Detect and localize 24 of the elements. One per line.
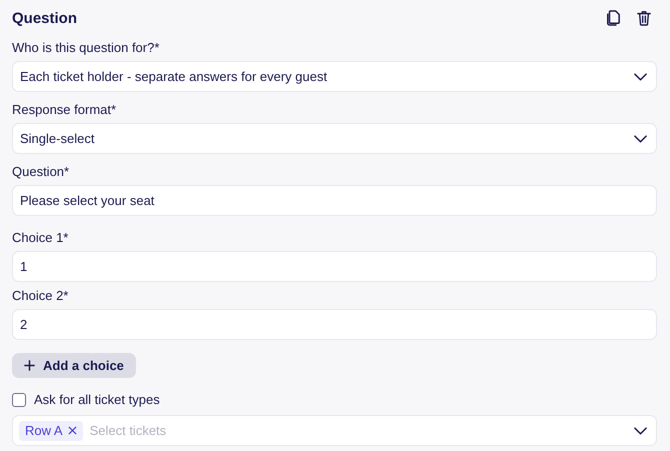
- copy-icon[interactable]: [606, 10, 620, 26]
- ticket-select[interactable]: Row A Select tickets: [12, 415, 657, 446]
- dropdown[interactable]: Each ticket holder - separate answers for every guest: [12, 61, 657, 92]
- input-field[interactable]: 2: [12, 309, 657, 340]
- ticket-tag: Row A: [19, 420, 83, 440]
- placeholder: Select tickets: [90, 423, 166, 438]
- trash-icon[interactable]: [637, 10, 651, 26]
- checkbox[interactable]: [12, 392, 26, 406]
- checkbox-label: Ask for all ticket types: [34, 392, 160, 407]
- add-choice-button[interactable]: Add a choice: [12, 353, 136, 378]
- chevron-down-icon: [634, 134, 647, 142]
- plus-icon: [24, 360, 35, 371]
- field-label: Response format*: [12, 102, 118, 118]
- field-label: Choice 2*: [12, 288, 70, 304]
- input-field[interactable]: 1: [12, 251, 657, 282]
- chevron-down-icon: [634, 426, 647, 434]
- chevron-down-icon: [634, 72, 647, 80]
- field-label: Question*: [12, 164, 70, 180]
- remove-icon[interactable]: [68, 426, 77, 435]
- field-label: Choice 1*: [12, 230, 70, 246]
- dropdown[interactable]: Single-select: [12, 123, 657, 154]
- field-label: Who is this question for?*: [12, 40, 160, 56]
- section-title: Question: [12, 10, 78, 26]
- input-field[interactable]: Please select your seat: [12, 185, 657, 216]
